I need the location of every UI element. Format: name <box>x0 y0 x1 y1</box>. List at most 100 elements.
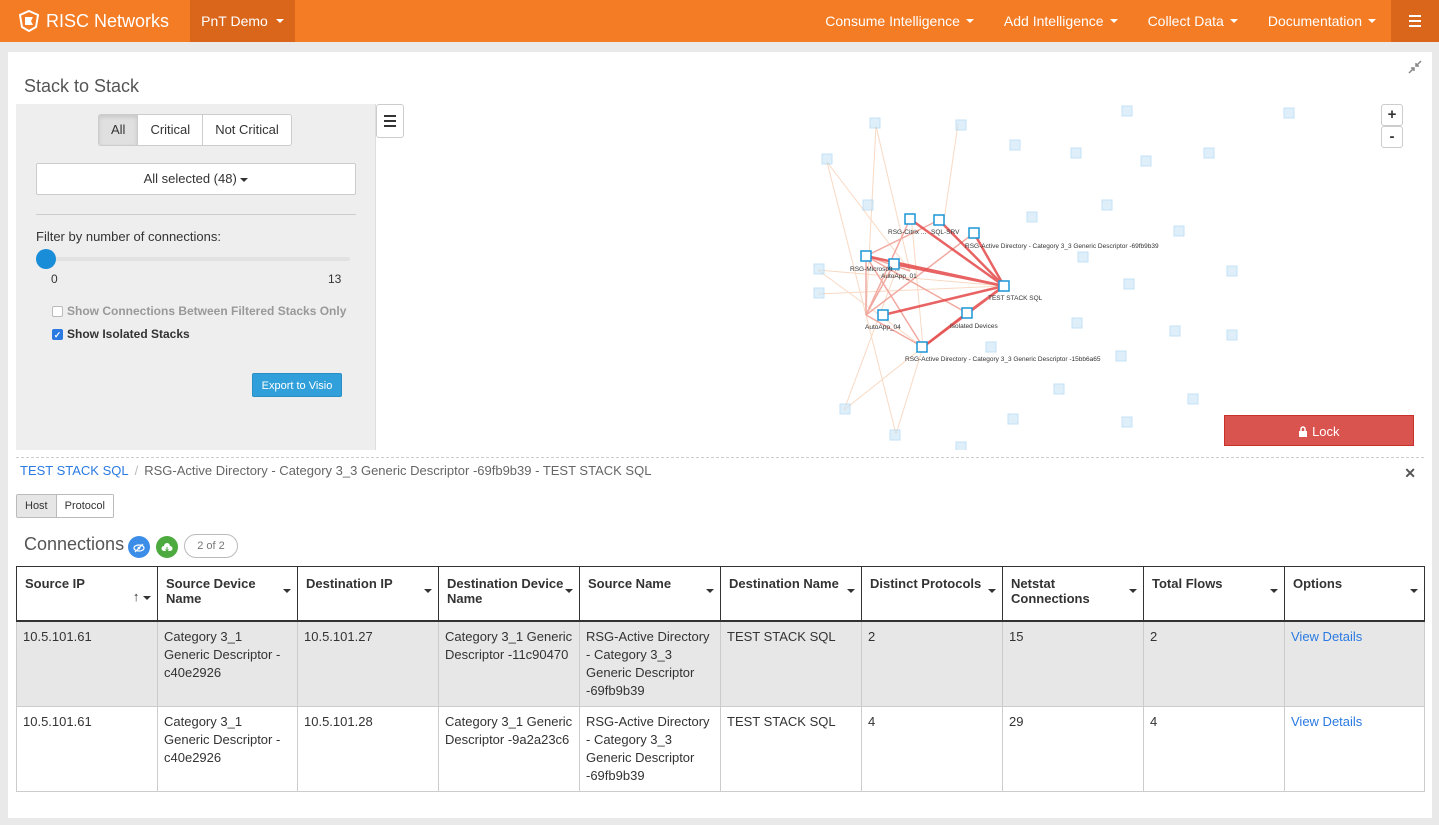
breadcrumb-root-link[interactable]: TEST STACK SQL <box>20 463 129 478</box>
connections-title: Connections <box>24 534 125 554</box>
column-header-source-name[interactable]: Source Name <box>579 566 721 622</box>
cell-source-ip: 10.5.101.61 <box>16 620 158 707</box>
checkbox[interactable] <box>52 305 63 317</box>
connections-table: Source IP ↑ Source Device Name Destinatio… <box>16 566 1425 792</box>
column-label: Total Flows <box>1152 576 1223 591</box>
tab-host[interactable]: Host <box>17 495 57 517</box>
chevron-down-icon[interactable] <box>1270 589 1278 593</box>
network-graph[interactable]: RSG-Citrix ... SQL-SRV RSG-Active Direct… <box>378 104 1423 450</box>
lock-label: Lock <box>1312 424 1340 439</box>
brand[interactable]: RISC Networks <box>0 0 190 42</box>
view-details-link[interactable]: View Details <box>1291 714 1362 729</box>
filter-panel: All Critical Not Critical All selected (… <box>16 104 376 450</box>
connections-slider-track[interactable] <box>44 257 350 261</box>
chevron-down-icon[interactable] <box>565 589 573 593</box>
node-label: TEST STACK SQL <box>988 295 1043 302</box>
nav-label: Collect Data <box>1147 13 1224 29</box>
tab-protocol[interactable]: Protocol <box>56 495 113 517</box>
hamburger-menu-icon[interactable] <box>1391 0 1439 42</box>
nav-collect-data[interactable]: Collect Data <box>1133 0 1253 42</box>
download-cloud-icon[interactable] <box>156 536 178 558</box>
risc-logo-icon <box>18 10 40 32</box>
org-label: PnT Demo <box>201 13 268 29</box>
table-header-row: Source IP ↑ Source Device Name Destinatio… <box>16 566 1425 622</box>
graph-canvas[interactable]: RSG-Citrix ... SQL-SRV RSG-Active Direct… <box>378 104 1423 450</box>
breadcrumb-separator: / <box>134 463 139 478</box>
cell-destination-device-name: Category 3_1 Generic Descriptor -11c9047… <box>438 620 580 707</box>
visibility-toggle-icon[interactable] <box>128 536 150 558</box>
chevron-down-icon <box>965 19 974 23</box>
chevron-down-icon[interactable] <box>1129 589 1137 593</box>
zoom-out-button[interactable]: - <box>1381 126 1403 148</box>
connections-slider-handle[interactable] <box>36 249 56 269</box>
column-header-destination-name[interactable]: Destination Name <box>720 566 862 622</box>
view-details-link[interactable]: View Details <box>1291 629 1362 644</box>
cell-destination-name: TEST STACK SQL <box>720 706 862 792</box>
top-navbar: RISC Networks PnT Demo Consume Intellige… <box>0 0 1439 42</box>
segment-all[interactable]: All <box>99 115 139 145</box>
cell-source-name: RSG-Active Directory - Category 3_3 Gene… <box>579 706 721 792</box>
connections-filter-label: Filter by number of connections: <box>36 229 221 244</box>
chevron-down-icon[interactable] <box>424 589 432 593</box>
collapse-icon[interactable] <box>1408 60 1422 74</box>
stack-multiselect[interactable]: All selected (48) <box>36 163 356 195</box>
cell-netstat-connections: 29 <box>1002 706 1144 792</box>
zoom-in-button[interactable]: + <box>1381 104 1403 126</box>
nav-label: Add Intelligence <box>1003 13 1104 29</box>
node-label: RSG-Active Directory - Category 3_3 Gene… <box>905 356 1101 363</box>
chevron-down-icon <box>1368 19 1376 23</box>
column-header-destination-ip[interactable]: Destination IP <box>297 566 439 622</box>
detail-tabs: Host Protocol <box>16 494 114 518</box>
cell-destination-ip: 10.5.101.28 <box>297 706 439 792</box>
isolated-stacks-checkbox[interactable]: ✓ Show Isolated Stacks <box>52 327 190 341</box>
column-header-source-device-name[interactable]: Source Device Name <box>157 566 298 622</box>
chevron-down-icon[interactable] <box>283 589 291 593</box>
table-row[interactable]: 10.5.101.61 Category 3_1 Generic Descrip… <box>16 706 1425 792</box>
chevron-down-icon[interactable] <box>988 589 996 593</box>
cell-destination-name: TEST STACK SQL <box>720 620 862 707</box>
chevron-down-icon[interactable] <box>1410 589 1418 593</box>
column-header-options[interactable]: Options <box>1284 566 1425 622</box>
nav-documentation[interactable]: Documentation <box>1253 0 1391 42</box>
chevron-down-icon <box>1229 19 1238 23</box>
column-label: Distinct Protocols <box>870 576 982 591</box>
column-label: Destination Name <box>729 576 839 591</box>
column-header-distinct-protocols[interactable]: Distinct Protocols <box>861 566 1003 622</box>
close-icon[interactable]: ✕ <box>1404 465 1416 482</box>
lock-button[interactable]: Lock <box>1224 415 1414 446</box>
column-label: Destination IP <box>306 576 393 591</box>
cell-options: View Details <box>1284 706 1425 792</box>
cell-source-ip: 10.5.101.61 <box>16 706 158 792</box>
cell-source-name: RSG-Active Directory - Category 3_3 Gene… <box>579 620 721 707</box>
breadcrumb: TEST STACK SQL / RSG-Active Directory - Ca… <box>20 463 651 478</box>
page-title: Stack to Stack <box>24 76 140 96</box>
chevron-down-icon[interactable] <box>847 589 855 593</box>
nav-consume-intelligence[interactable]: Consume Intelligence <box>810 0 989 42</box>
cell-distinct-protocols: 2 <box>861 620 1003 707</box>
nav-label: Consume Intelligence <box>825 13 960 29</box>
filtered-connections-checkbox[interactable]: Show Connections Between Filtered Stacks… <box>52 304 346 318</box>
segment-critical[interactable]: Critical <box>138 115 204 145</box>
stack-to-stack-panel: Stack to Stack All Critical Not Critical… <box>8 52 1432 818</box>
sort-icon[interactable]: ↑ <box>133 589 151 604</box>
org-dropdown[interactable]: PnT Demo <box>190 0 295 42</box>
nav-add-intelligence[interactable]: Add Intelligence <box>989 0 1133 42</box>
segment-not-critical[interactable]: Not Critical <box>203 115 291 145</box>
column-header-source-ip[interactable]: Source IP ↑ <box>16 566 158 622</box>
cell-destination-ip: 10.5.101.27 <box>297 620 439 707</box>
checkbox-label: Show Isolated Stacks <box>67 327 190 341</box>
export-to-visio-button[interactable]: Export to Visio <box>252 373 342 397</box>
column-header-netstat-connections[interactable]: Netstat Connections <box>1002 566 1144 622</box>
cell-total-flows: 2 <box>1143 620 1285 707</box>
brand-name: RISC Networks <box>46 10 170 31</box>
checkbox[interactable]: ✓ <box>52 328 63 340</box>
column-label: Destination Device Name <box>447 576 564 606</box>
cell-distinct-protocols: 4 <box>861 706 1003 792</box>
cell-netstat-connections: 15 <box>1002 620 1144 707</box>
column-header-destination-device-name[interactable]: Destination Device Name <box>438 566 580 622</box>
node-label: Isolated Devices <box>950 323 998 330</box>
table-row[interactable]: 10.5.101.61 Category 3_1 Generic Descrip… <box>16 620 1425 707</box>
chevron-down-icon[interactable] <box>706 589 714 593</box>
column-header-total-flows[interactable]: Total Flows <box>1143 566 1285 622</box>
chevron-down-icon <box>240 177 249 182</box>
